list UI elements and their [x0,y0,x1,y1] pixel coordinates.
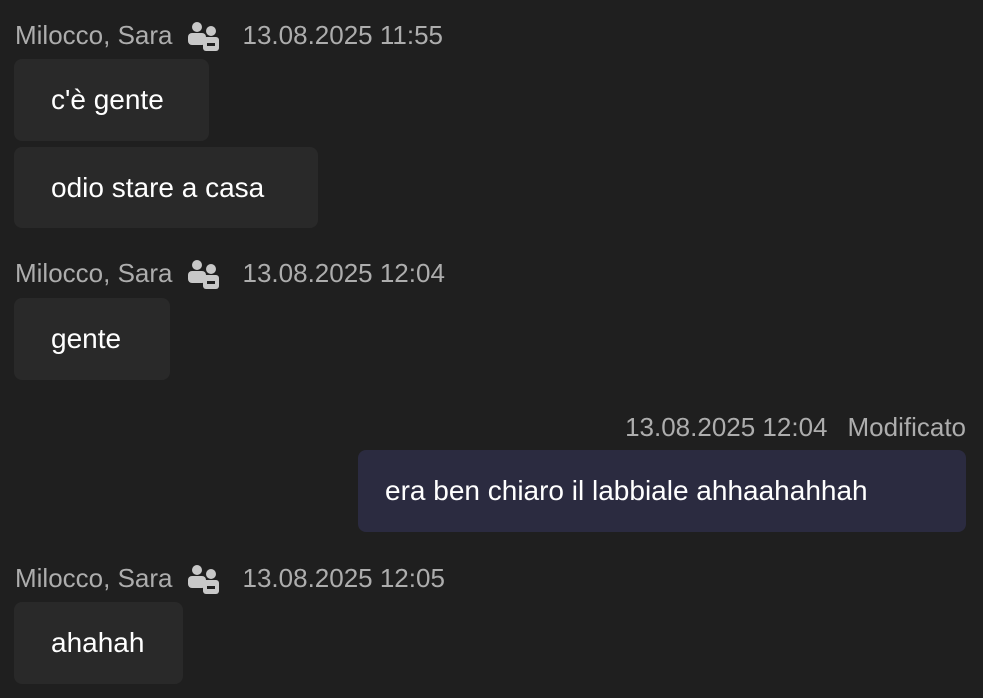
org-people-icon [187,259,219,289]
message-text: ahahah [51,627,145,658]
sender-name[interactable]: Milocco, Sara [15,563,173,594]
message-text: c'è gente [51,84,164,115]
message-text: odio stare a casa [51,171,265,203]
message-bubble[interactable]: ahahah [14,602,183,684]
message-text: gente [51,323,122,354]
message-header: Milocco, Sara 13.08.2025 12:05 [15,563,445,594]
sender-name[interactable]: Milocco, Sara [15,258,173,289]
edited-label: Modificato [847,412,967,442]
message-timestamp: 13.08.2025 12:05 [242,563,445,593]
message-text: era ben chiaro il labbiale ahhaahahhah [385,475,868,506]
message-timestamp: 13.08.2025 11:55 [242,20,443,50]
message-timestamp: 13.08.2025 12:04 [242,258,445,288]
message-timestamp: 13.08.2025 12:04 [625,412,828,442]
sender-name[interactable]: Milocco, Sara [15,20,173,51]
own-message-bubble[interactable]: era ben chiaro il labbiale ahhaahahhah [358,450,966,532]
org-people-icon [187,21,219,51]
message-header: Milocco, Sara 13.08.2025 12:04 [15,258,445,289]
chat-conversation: Milocco, Sara 13.08.2025 11:55 c'è gente… [0,0,983,698]
message-header: Milocco, Sara 13.08.2025 11:55 [15,20,443,51]
message-header: 13.08.2025 12:04 Modificato [625,412,966,443]
message-bubble[interactable]: c'è gente [14,59,209,141]
message-bubble[interactable]: gente [14,298,170,380]
message-bubble[interactable]: odio stare a casa [14,147,318,228]
org-people-icon [187,564,219,594]
